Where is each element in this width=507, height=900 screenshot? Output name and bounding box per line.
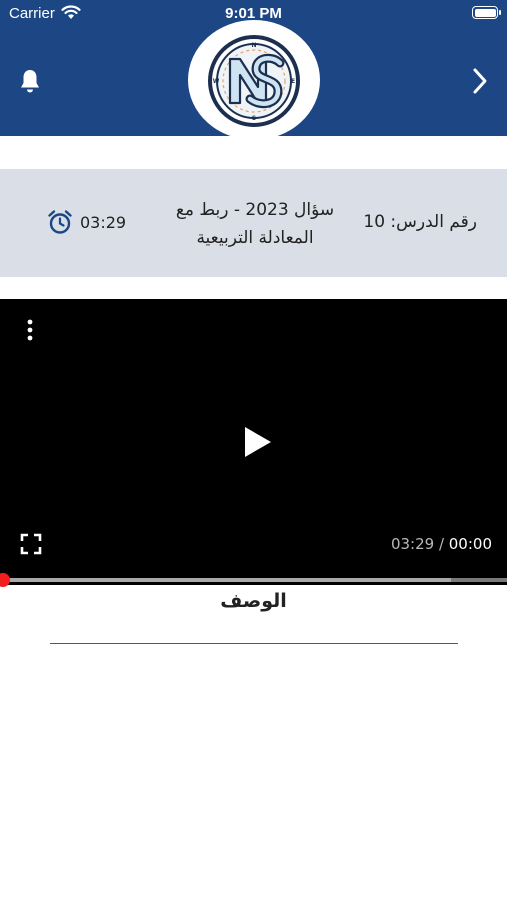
compass-point-e: E bbox=[291, 78, 295, 85]
lesson-title-line-2: المعادلة التربيعية bbox=[196, 228, 314, 248]
video-time-separator: / bbox=[434, 535, 449, 553]
compass-point-n: N bbox=[251, 42, 256, 49]
play-icon[interactable] bbox=[240, 424, 274, 460]
compass-point-w: W bbox=[213, 78, 220, 85]
fullscreen-icon[interactable] bbox=[20, 533, 42, 555]
compass-point-s: S bbox=[252, 115, 256, 122]
video-buffer-bar bbox=[0, 578, 451, 582]
bell-icon[interactable] bbox=[18, 68, 42, 94]
lesson-title-line-1: سؤال 2023 - ربط مع bbox=[175, 200, 335, 220]
lesson-number: رقم الدرس: 10 bbox=[363, 212, 477, 232]
description-heading: الوصف bbox=[220, 590, 287, 612]
video-current-time: 00:00 bbox=[448, 535, 492, 553]
more-vertical-icon[interactable] bbox=[22, 318, 38, 342]
video-time-readout: 03:29 / 00:00 bbox=[391, 535, 492, 553]
lesson-title: سؤال 2023 - ربط مع المعادلة التربيعية bbox=[160, 196, 350, 252]
description-divider bbox=[50, 643, 458, 644]
chevron-right-icon[interactable] bbox=[470, 66, 490, 96]
alarm-clock-icon bbox=[48, 210, 72, 234]
battery-icon bbox=[472, 6, 501, 19]
video-total-time: 03:29 bbox=[390, 535, 435, 553]
compass-logo: N E S W bbox=[208, 35, 300, 127]
lesson-duration: 03:29 bbox=[80, 213, 127, 232]
